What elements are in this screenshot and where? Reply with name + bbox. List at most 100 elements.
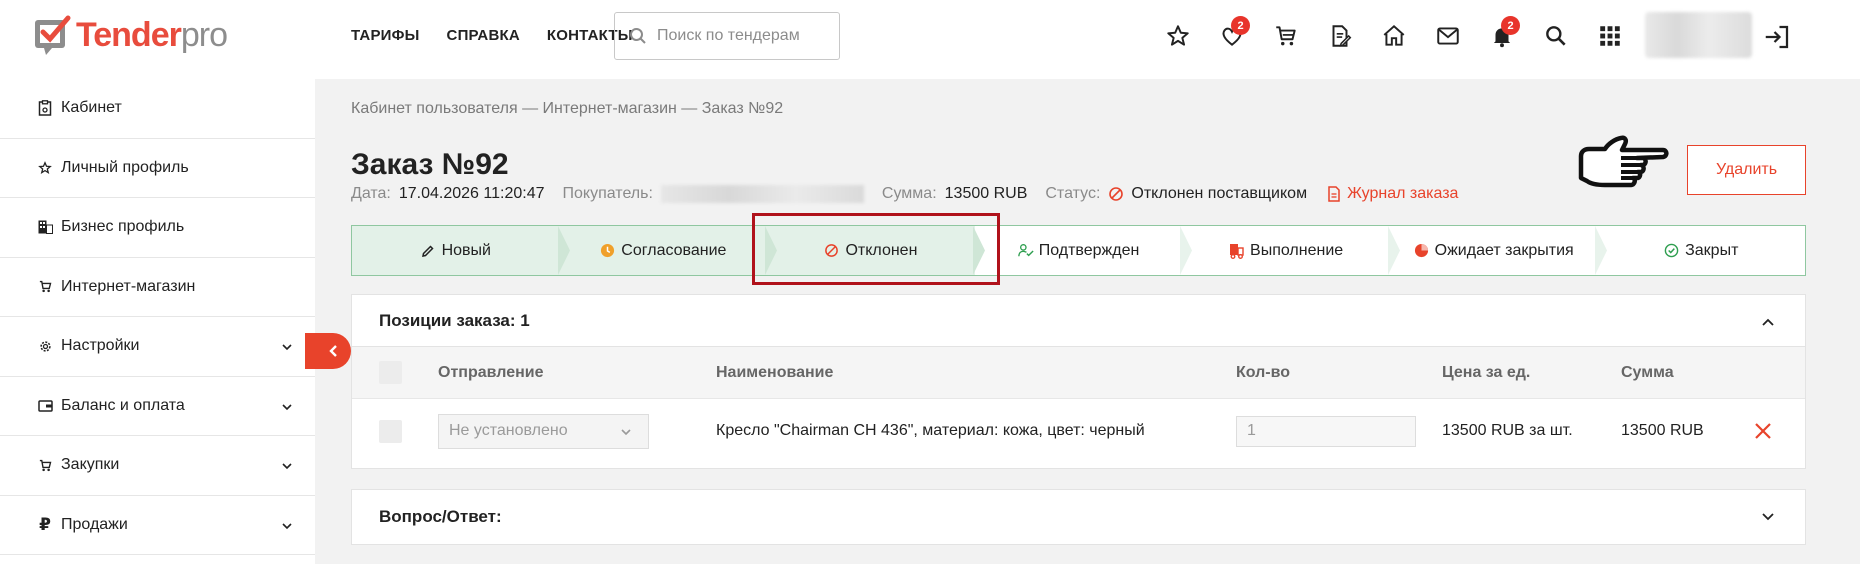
step-approval: Согласование — [559, 226, 778, 275]
sidebar-item-online-store[interactable]: Интернет-магазин — [0, 258, 315, 317]
step-arrow — [557, 226, 570, 275]
qa-header[interactable]: Вопрос/Ответ: — [352, 490, 1805, 544]
documents-button[interactable] — [1322, 18, 1358, 54]
logout-icon — [1765, 25, 1789, 49]
gear-icon — [37, 338, 53, 354]
logout-button[interactable] — [1762, 22, 1792, 52]
sidebar-item-purchases[interactable]: Закупки — [0, 436, 315, 496]
sum-label: Сумма: — [881, 185, 937, 202]
step-label: Закрыт — [1685, 241, 1739, 259]
col-sum: Сумма — [1621, 363, 1674, 381]
apps-grid-button[interactable] — [1592, 18, 1628, 54]
breadcrumb[interactable]: Кабинет пользователя — Интернет-магазин … — [351, 100, 783, 118]
step-arrow — [1595, 226, 1608, 275]
nav-tariffs-link[interactable]: ТАРИФЫ — [351, 27, 420, 44]
delete-order-button[interactable]: Удалить — [1687, 145, 1806, 195]
sidebar: Кабинет Личный профиль Бизнес профиль Ин… — [0, 79, 315, 564]
sidebar-item-label: Бизнес профиль — [61, 218, 185, 236]
journal-label: Журнал заказа — [1347, 185, 1459, 202]
qa-title: Вопрос/Ответ: — [379, 507, 502, 526]
wallet-icon — [37, 398, 53, 414]
search-input[interactable] — [657, 27, 827, 45]
cart-icon — [1276, 26, 1296, 46]
home-button[interactable] — [1376, 18, 1412, 54]
cart-button[interactable] — [1268, 18, 1304, 54]
star-icon — [1167, 25, 1189, 46]
document-icon — [1328, 186, 1340, 202]
sidebar-item-label: Интернет-магазин — [61, 277, 196, 295]
sidebar-item-label: Баланс и оплата — [61, 396, 185, 414]
sidebar-item-label: Продажи — [61, 515, 128, 533]
top-navigation: ТАРИФЫ СПРАВКА КОНТАКТЫ — [351, 27, 633, 44]
top-header: Tenderpro ТАРИФЫ СПРАВКА КОНТАКТЫ 2 — [0, 0, 1860, 79]
positions-title: Позиции заказа: 1 — [379, 310, 530, 330]
sidebar-item-settings[interactable]: Настройки — [0, 317, 315, 377]
col-name: Наименование — [716, 363, 834, 381]
status-value: Отклонен поставщиком — [1108, 185, 1307, 203]
row-checkbox[interactable] — [379, 419, 402, 443]
step-arrow — [765, 226, 778, 275]
sidebar-item-balance[interactable]: Баланс и оплата — [0, 377, 315, 436]
date-value: 17.04.2026 11:20:47 — [398, 185, 545, 202]
sidebar-collapse-button[interactable] — [305, 333, 351, 369]
order-positions-panel: Позиции заказа: 1 Отправление Наименован… — [351, 294, 1806, 469]
notifications-button[interactable]: 2 — [1484, 16, 1520, 54]
tender-search[interactable] — [614, 12, 840, 60]
col-qty: Кол-во — [1236, 363, 1291, 381]
sidebar-item-sales[interactable]: ₽ Продажи — [0, 496, 315, 555]
table-row: Не установлено Кресло "Chairman CH 436",… — [352, 399, 1805, 463]
pointing-hand-icon — [1578, 135, 1669, 188]
home-icon — [1383, 24, 1405, 46]
positions-header[interactable]: Позиции заказа: 1 — [352, 295, 1805, 347]
cabinet-icon — [37, 100, 53, 116]
logo-mark-icon — [34, 14, 72, 56]
step-label: Ожидает закрытия — [1434, 241, 1574, 259]
chevron-down-icon — [1762, 513, 1774, 521]
select-all-checkbox[interactable] — [379, 361, 402, 384]
sidebar-item-label: Личный профиль — [61, 158, 189, 176]
cart-icon — [37, 279, 53, 295]
user-account-menu[interactable] — [1645, 12, 1752, 58]
col-price: Цена за ед. — [1442, 363, 1531, 381]
global-search-button[interactable] — [1538, 18, 1574, 54]
tenderpro-logo[interactable]: Tenderpro — [34, 13, 228, 57]
wishlist-badge: 2 — [1231, 16, 1250, 35]
nav-help-link[interactable]: СПРАВКА — [447, 27, 520, 44]
chevron-up-icon — [1762, 318, 1774, 326]
grid-icon — [1600, 26, 1620, 46]
shipment-value: Не установлено — [449, 422, 568, 439]
wishlist-button[interactable]: 2 — [1214, 16, 1250, 54]
favorites-star-button[interactable] — [1160, 18, 1196, 54]
sidebar-item-label: Настройки — [61, 337, 140, 355]
step-closed: Закрыт — [1597, 226, 1805, 275]
building-icon — [37, 219, 53, 235]
step-arrow — [1180, 226, 1193, 275]
chevron-down-icon — [282, 403, 292, 410]
clock-icon — [600, 243, 616, 259]
step-execution: Выполнение — [1182, 226, 1400, 275]
order-journal-link[interactable]: Журнал заказа — [1327, 185, 1458, 203]
quantity-input[interactable]: 1 — [1236, 415, 1416, 447]
sidebar-item-business-profile[interactable]: Бизнес профиль — [0, 198, 315, 258]
ruble-icon: ₽ — [39, 514, 51, 534]
sidebar-item-cabinet[interactable]: Кабинет — [0, 79, 315, 139]
remove-item-icon[interactable] — [1754, 422, 1772, 440]
step-new: Новый — [352, 226, 570, 275]
user-check-icon — [1017, 243, 1034, 259]
sidebar-item-personal-profile[interactable]: Личный профиль — [0, 139, 315, 198]
truck-icon — [1229, 243, 1245, 259]
page-title: Заказ №92 — [351, 148, 509, 181]
chevron-left-icon — [329, 345, 337, 357]
step-awaiting-closure: Ожидает закрытия — [1390, 226, 1608, 275]
chevron-down-icon — [282, 344, 292, 351]
shipment-select[interactable]: Не установлено — [438, 413, 649, 449]
table-header: Отправление Наименование Кол-во Цена за … — [352, 347, 1805, 399]
messages-button[interactable] — [1430, 18, 1466, 54]
current-step-highlight — [752, 213, 1000, 285]
star-icon — [37, 160, 53, 176]
cart-icon — [37, 457, 53, 473]
mail-icon — [1437, 27, 1459, 45]
item-price: 13500 RUB за шт. — [1442, 422, 1573, 439]
step-label: Подтвержден — [1038, 241, 1140, 259]
logo-text: Tenderpro — [76, 15, 228, 54]
